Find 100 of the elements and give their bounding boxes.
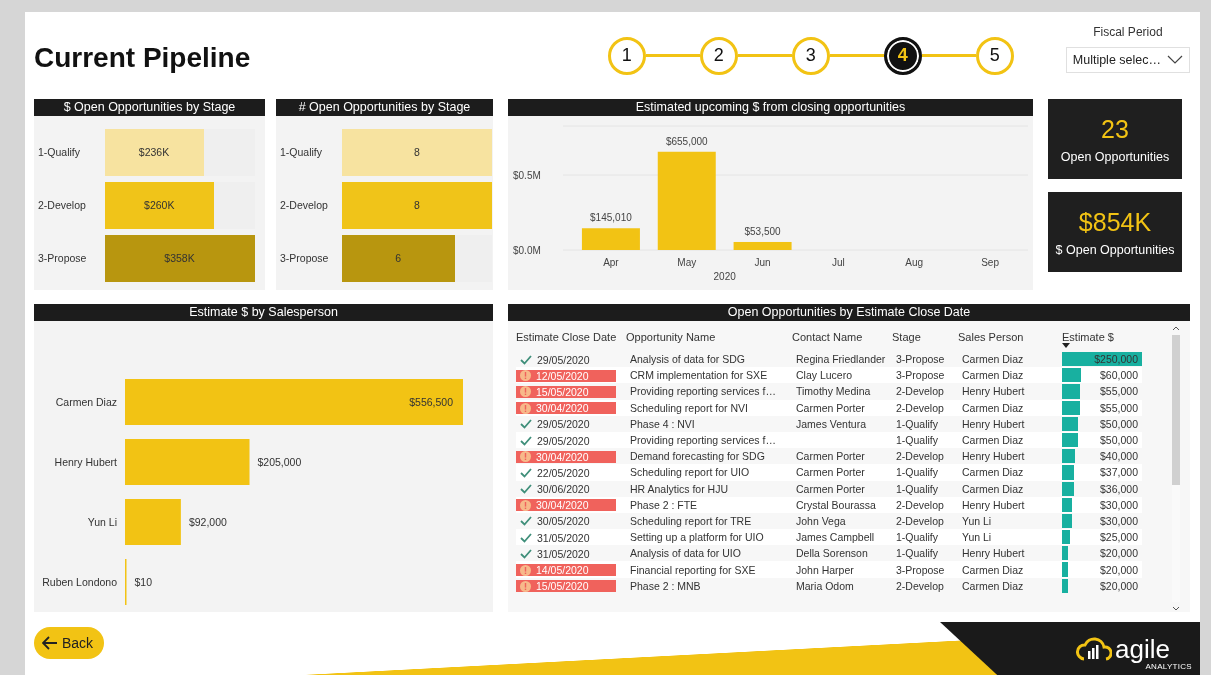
panel-title: Estimate $ by Salesperson bbox=[34, 304, 493, 321]
table-cell: John Harper bbox=[792, 561, 892, 578]
salesperson-label: Ruben Londono bbox=[42, 576, 117, 588]
stage-label: 1-Qualify bbox=[280, 146, 323, 158]
value-label: $92,000 bbox=[188, 516, 227, 528]
check-icon bbox=[520, 419, 532, 430]
column-header[interactable]: Opportunity Name bbox=[626, 325, 792, 349]
chevron-down-icon[interactable] bbox=[1172, 606, 1180, 612]
warning-icon bbox=[520, 564, 531, 576]
table-cell: $20,000 bbox=[1100, 579, 1138, 592]
scrollbar[interactable] bbox=[1170, 325, 1182, 612]
check-icon bbox=[520, 354, 532, 365]
table-cell: Yun Li bbox=[958, 529, 1062, 546]
value-label: $53,500 bbox=[744, 226, 781, 237]
x-axis-label: Apr bbox=[603, 257, 619, 268]
table-cell: Carmen Diaz bbox=[958, 464, 1062, 481]
table-cell: Carmen Porter bbox=[792, 464, 892, 481]
step-circle[interactable]: 5 bbox=[975, 36, 1014, 75]
y-axis-label: $0.5M bbox=[513, 170, 541, 181]
sort-descending-icon bbox=[1062, 343, 1070, 348]
kpi-value: 23 bbox=[1101, 114, 1129, 144]
funnel-bar: 6 bbox=[342, 234, 455, 282]
panel-title: Estimated upcoming $ from closing opportunities bbox=[508, 99, 1033, 116]
check-icon bbox=[520, 467, 532, 478]
column-bar bbox=[581, 228, 640, 250]
warning-icon bbox=[520, 402, 531, 414]
arrow-left-icon bbox=[42, 636, 58, 650]
table-cell: $40,000 bbox=[1100, 450, 1138, 463]
funnel-bar: $236K bbox=[104, 128, 204, 176]
step-circle[interactable]: 3 bbox=[791, 36, 830, 75]
stage-label: 3-Propose bbox=[38, 252, 88, 264]
date-cell: 29/05/2020 bbox=[516, 434, 616, 447]
table-cell: $250,000 bbox=[1094, 353, 1138, 366]
salesperson-label: Henry Hubert bbox=[54, 456, 117, 468]
table-cell: Clay Lucero bbox=[792, 367, 892, 384]
check-icon bbox=[520, 548, 532, 559]
table-cell: Carmen Diaz bbox=[958, 561, 1062, 578]
table-cell: 1-Qualify bbox=[892, 464, 958, 481]
table-cell: $55,000 bbox=[1100, 401, 1138, 414]
table-cell: $30,000 bbox=[1100, 498, 1138, 511]
table-cell: $20,000 bbox=[1100, 547, 1138, 560]
table-cell: $50,000 bbox=[1100, 417, 1138, 430]
funnel-bar: $358K bbox=[104, 234, 255, 282]
warning-icon bbox=[520, 451, 531, 463]
step-circle[interactable]: 4 bbox=[883, 36, 922, 75]
table-cell: Scheduling report for UIO bbox=[626, 464, 792, 481]
column-header[interactable]: Contact Name bbox=[792, 325, 892, 349]
date-cell: 29/05/2020 bbox=[516, 418, 616, 431]
chevron-up-icon[interactable] bbox=[1172, 325, 1180, 331]
table-cell: $36,000 bbox=[1100, 482, 1138, 495]
column-header[interactable]: Estimate Close Date bbox=[516, 325, 626, 349]
table-cell: Setting up a platform for UIO bbox=[626, 529, 792, 546]
salesperson-bar bbox=[125, 499, 181, 545]
back-button[interactable]: Back bbox=[34, 627, 105, 659]
period-dropdown[interactable]: Multiple selec… bbox=[1065, 46, 1190, 73]
column-header[interactable]: Stage bbox=[892, 325, 958, 349]
cloud-chart-icon bbox=[1076, 636, 1113, 661]
table-cell: $60,000 bbox=[1100, 369, 1138, 382]
date-cell: 15/05/2020 bbox=[516, 580, 616, 593]
stage-label: 2-Develop bbox=[280, 199, 329, 211]
date-cell: 14/05/2020 bbox=[516, 564, 616, 577]
salesperson-label: Carmen Diaz bbox=[55, 396, 117, 408]
table-cell: $25,000 bbox=[1100, 531, 1138, 544]
table-cell: James Campbell bbox=[792, 529, 892, 546]
logo-tagline: ANALYTICS bbox=[1145, 662, 1192, 671]
value-label: $10 bbox=[134, 576, 153, 588]
chevron-down-icon bbox=[1167, 55, 1183, 64]
table-cell: $55,000 bbox=[1100, 385, 1138, 398]
step-circle[interactable]: 1 bbox=[607, 36, 646, 75]
value-label: $145,010 bbox=[590, 212, 632, 224]
kpi-label: Open Opportunities bbox=[1060, 149, 1170, 164]
x-axis-label: Sep bbox=[981, 257, 999, 268]
date-cell: 30/04/2020 bbox=[516, 402, 616, 415]
column-bar bbox=[733, 242, 792, 250]
panel-title: Open Opportunities by Estimate Close Date bbox=[508, 304, 1190, 321]
column-header[interactable]: Sales Person bbox=[958, 325, 1062, 349]
table-cell: Carmen Diaz bbox=[958, 367, 1062, 384]
panel-title: $ Open Opportunities by Stage bbox=[34, 99, 265, 116]
x-axis-label: Jun bbox=[754, 257, 771, 268]
check-icon bbox=[520, 516, 532, 527]
table-cell: CRM implementation for SXE bbox=[626, 367, 792, 384]
table-cell: $20,000 bbox=[1100, 563, 1138, 576]
date-cell: 22/05/2020 bbox=[516, 466, 616, 479]
stage-label: 2-Develop bbox=[38, 199, 87, 211]
stage-label: 3-Propose bbox=[280, 252, 330, 264]
y-axis-label: $0.0M bbox=[513, 245, 541, 256]
page-title: Current Pipeline bbox=[34, 40, 252, 74]
value-label: $556,500 bbox=[409, 396, 453, 408]
funnel-bar: $260K bbox=[104, 181, 214, 229]
salesperson-label: Yun Li bbox=[87, 516, 117, 528]
date-cell: 30/04/2020 bbox=[516, 499, 616, 512]
column-header[interactable]: Estimate $ bbox=[1062, 325, 1142, 349]
value-label: $655,000 bbox=[665, 135, 708, 147]
date-cell: 15/05/2020 bbox=[516, 385, 616, 398]
funnel-bar: 8 bbox=[342, 128, 492, 176]
date-cell: 31/05/2020 bbox=[516, 547, 616, 560]
x-axis-label: Jul bbox=[832, 257, 845, 268]
table-cell: Financial reporting for SXE bbox=[626, 561, 792, 578]
step-circle[interactable]: 2 bbox=[699, 36, 738, 75]
value-label: $205,000 bbox=[257, 456, 302, 468]
